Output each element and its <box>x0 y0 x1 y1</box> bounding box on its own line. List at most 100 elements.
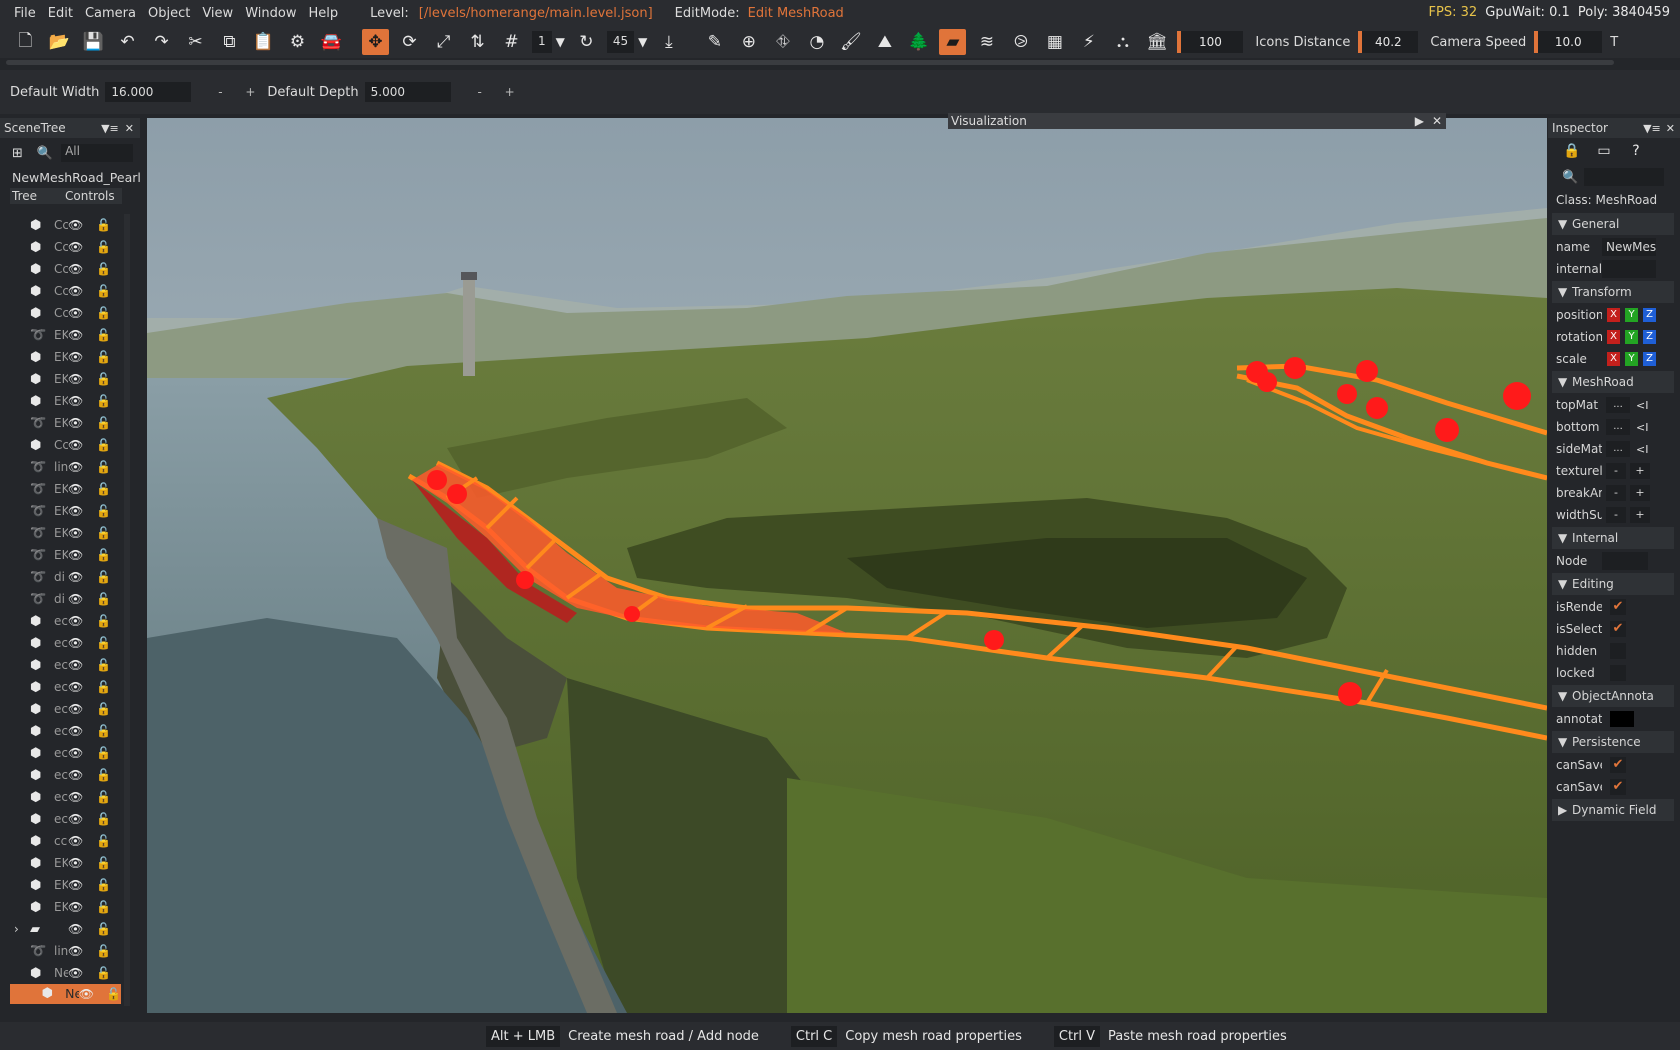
cansave-checkbox[interactable]: ✔ <box>1610 757 1626 773</box>
decrease-button[interactable]: - <box>1606 507 1626 523</box>
close-icon[interactable]: ✕ <box>1432 113 1442 129</box>
visibility-eye-icon[interactable]: 👁 <box>68 526 88 540</box>
controls-column-header[interactable]: Controls <box>65 189 115 203</box>
tree-row[interactable]: ➰ di 👁 🔓 <box>10 566 121 588</box>
y-button[interactable]: Y <box>1625 352 1638 366</box>
tree-row[interactable]: ⬢ cc 👁 🔓 <box>10 830 121 852</box>
river-icon[interactable]: ≋ <box>973 29 1000 55</box>
lock-icon[interactable]: 🔓 <box>96 262 111 276</box>
tree-row[interactable]: ⬢ ec 👁 🔓 <box>10 654 121 676</box>
tree-row[interactable]: ➰ EK 👁 🔓 <box>10 412 121 434</box>
tree-row[interactable]: ⬢ ec 👁 🔓 <box>10 720 121 742</box>
tree-row[interactable]: ⬢ ec 👁 🔓 <box>10 742 121 764</box>
new-file-icon[interactable]: 🗋 <box>12 29 39 55</box>
x-button[interactable]: X <box>1607 308 1620 322</box>
default-depth-input[interactable] <box>364 82 451 102</box>
lock-icon[interactable]: 🔓 <box>96 240 111 254</box>
visibility-eye-icon[interactable]: 👁 <box>68 746 88 760</box>
section-general[interactable]: ▼ General <box>1552 213 1674 235</box>
decrease-button[interactable]: - <box>1606 463 1626 479</box>
drop-to-ground-icon[interactable]: ⤓ <box>655 29 682 55</box>
menu-camera[interactable]: Camera <box>79 6 142 21</box>
lock-icon[interactable]: 🔓 <box>106 984 121 1004</box>
x-button[interactable]: X <box>1607 352 1620 366</box>
translate-tool-icon[interactable]: ✥ <box>362 29 389 55</box>
lock-icon[interactable]: 🔓 <box>96 548 111 562</box>
lock-icon[interactable]: 🔓 <box>96 438 111 452</box>
tree-row[interactable]: ⬢ EK 👁 🔓 <box>10 896 121 918</box>
prop-internal-value[interactable] <box>1602 260 1656 278</box>
prop-name-value[interactable]: NewMes <box>1602 238 1656 256</box>
lock-icon[interactable]: 🔓 <box>96 416 111 430</box>
rotate-snap-value[interactable]: 45 <box>606 31 635 53</box>
y-button[interactable]: Y <box>1625 308 1638 322</box>
forest-icon[interactable]: 🌲 <box>905 29 932 55</box>
z-button[interactable]: Z <box>1643 352 1656 366</box>
copy-icon[interactable]: ⧉ <box>216 29 243 55</box>
lock-icon[interactable]: 🔓 <box>96 658 111 672</box>
lock-icon[interactable]: 🔓 <box>96 900 111 914</box>
play-icon[interactable]: ▶ <box>1415 113 1424 129</box>
scene-list-scrollbar[interactable] <box>124 214 130 1006</box>
vehicle-icon[interactable]: 🚘 <box>318 29 345 55</box>
lock-icon[interactable]: 🔓 <box>96 284 111 298</box>
lock-icon[interactable]: 🔓 <box>96 526 111 540</box>
visibility-eye-icon[interactable]: 👁 <box>68 724 88 738</box>
editmode-value[interactable]: Edit MeshRoad <box>748 6 844 21</box>
visibility-eye-icon[interactable]: 👁 <box>68 812 88 826</box>
tree-row[interactable]: ⬢ ec 👁 🔓 <box>10 676 121 698</box>
paste-icon[interactable]: 📋 <box>250 29 277 55</box>
browse-button[interactable]: ... <box>1606 397 1630 413</box>
visibility-eye-icon[interactable]: 👁 <box>68 680 88 694</box>
visibility-eye-icon[interactable]: 👁 <box>68 614 88 628</box>
tree-row[interactable]: ➰ lin 👁 🔓 <box>10 456 121 478</box>
tree-row[interactable]: ⬢ ec 👁 🔓 <box>10 764 121 786</box>
y-button[interactable]: Y <box>1625 330 1638 344</box>
new-window-icon[interactable]: ▭ <box>1594 143 1614 161</box>
lock-icon[interactable]: 🔓 <box>96 592 111 606</box>
tree-row[interactable]: ➰ EK 👁 🔓 <box>10 500 121 522</box>
visibility-eye-icon[interactable]: 👁 <box>68 240 88 254</box>
visibility-eye-icon[interactable]: 👁 <box>68 482 88 496</box>
locked-checkbox[interactable] <box>1610 665 1626 681</box>
navmesh-icon[interactable]: ▦ <box>1041 29 1068 55</box>
tree-row[interactable]: ➰ EK 👁 🔓 <box>10 478 121 500</box>
increase-button[interactable]: + <box>1630 463 1650 479</box>
visibility-eye-icon[interactable]: 👁 <box>68 592 88 606</box>
lock-icon[interactable]: 🔓 <box>96 790 111 804</box>
isrender-checkbox[interactable]: ✔ <box>1610 599 1626 615</box>
toolbar-scrollbar[interactable] <box>0 58 1680 68</box>
visibility-eye-icon[interactable]: 👁 <box>68 438 88 452</box>
decrease-button[interactable]: - <box>1606 485 1626 501</box>
visibility-eye-icon[interactable]: 👁 <box>68 218 88 232</box>
default-width-input[interactable] <box>105 82 192 102</box>
nodes-icon[interactable]: ⛬ <box>1109 29 1136 55</box>
menu-edit[interactable]: Edit <box>42 6 79 21</box>
visibility-eye-icon[interactable]: 👁 <box>68 702 88 716</box>
visibility-eye-icon[interactable]: 👁 <box>68 372 88 386</box>
lock-icon[interactable]: 🔓 <box>96 306 111 320</box>
lock-icon[interactable]: 🔓 <box>96 482 111 496</box>
lock-icon[interactable]: 🔓 <box>96 922 111 936</box>
menu-object[interactable]: Object <box>142 6 196 21</box>
lock-icon[interactable]: 🔓 <box>96 614 111 628</box>
lock-icon[interactable]: 🔓 <box>96 878 111 892</box>
lock-icon[interactable]: 🔓 <box>96 702 111 716</box>
redo-icon[interactable]: ↷ <box>148 29 175 55</box>
prop-node-value[interactable] <box>1602 552 1648 570</box>
visualization-bar[interactable]: Visualization ▶ ✕ <box>948 113 1446 129</box>
width-decrease-button[interactable]: - <box>207 85 233 99</box>
tree-row[interactable]: ⬢ ec 👁 🔓 <box>10 698 121 720</box>
visibility-eye-icon[interactable]: 👁 <box>68 658 88 672</box>
browse-button[interactable]: ... <box>1606 441 1630 457</box>
tree-row[interactable]: ⬢ Cc 👁 🔓 <box>10 434 121 456</box>
depth-increase-button[interactable]: + <box>497 85 523 99</box>
level-path[interactable]: [/levels/homerange/main.level.json] <box>419 6 653 21</box>
section-internal[interactable]: ▼ Internal <box>1552 527 1674 549</box>
visibility-eye-icon[interactable]: 👁 <box>79 984 98 1004</box>
scale-tool-icon[interactable]: ⤢ <box>430 29 457 55</box>
width-increase-button[interactable]: + <box>237 85 263 99</box>
paint-roller-icon[interactable]: 🖌 <box>837 29 864 55</box>
tree-row[interactable]: ⬢ EK 👁 🔓 <box>10 368 121 390</box>
tree-row[interactable]: ⬢ Ne 👁 🔓 <box>10 984 121 1004</box>
